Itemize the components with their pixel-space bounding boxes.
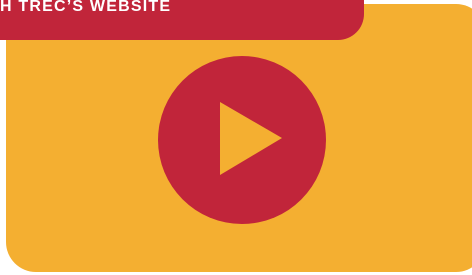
website-banner: H TREC’S WEBSITE	[0, 0, 364, 40]
play-button[interactable]	[157, 55, 327, 225]
banner-title: H TREC’S WEBSITE	[0, 0, 172, 15]
video-thumbnail[interactable]: H TREC’S WEBSITE	[0, 0, 472, 275]
play-icon	[158, 56, 326, 224]
